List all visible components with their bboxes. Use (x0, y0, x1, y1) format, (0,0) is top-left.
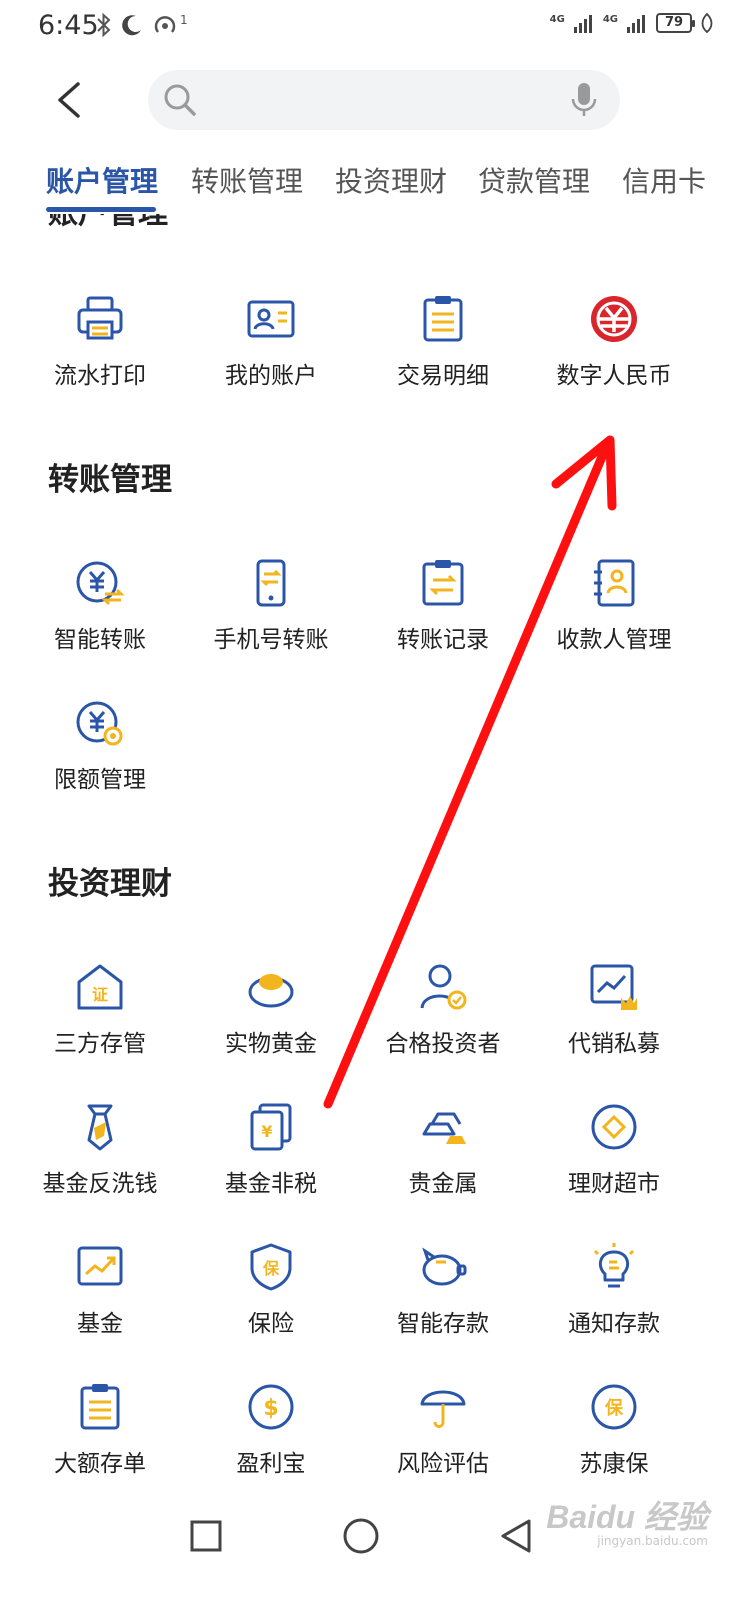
service-item-fund-non-tax[interactable]: ¥ 基金非税 (185, 1102, 357, 1222)
search-icon (164, 84, 196, 116)
recents-button[interactable] (176, 1506, 236, 1566)
svg-text:$: $ (263, 1396, 278, 1421)
service-item-phone-transfer[interactable]: 手机号转账 (185, 558, 357, 678)
search-bar[interactable] (148, 70, 620, 130)
transfer-record-icon (422, 560, 464, 606)
yuan-gear-icon (76, 701, 123, 746)
tab-investment[interactable]: 投资理财 (335, 160, 447, 200)
service-item-private-placement[interactable]: 代销私募 (528, 962, 700, 1082)
category-tabs: 账户管理 转账管理 投资理财 贷款管理 信用卡 (0, 152, 738, 214)
tab-account-management[interactable]: 账户管理 (46, 160, 158, 200)
dollar-coin-icon: $ (248, 1384, 294, 1430)
back-button[interactable] (42, 70, 94, 130)
umbrella-icon (420, 1390, 466, 1428)
service-item-wealth-market[interactable]: 理财超市 (528, 1102, 700, 1222)
shield-bao-icon: 保 (250, 1243, 292, 1291)
tie-icon (87, 1104, 113, 1151)
service-item-limit-management[interactable]: 限额管理 (14, 698, 186, 818)
service-item-digital-rmb[interactable]: 数字人民币 (528, 294, 700, 414)
square-icon (190, 1520, 222, 1552)
gold-bars-icon (422, 1112, 466, 1144)
lightbulb-icon (593, 1243, 635, 1288)
service-item-transaction-detail[interactable]: 交易明细 (357, 294, 529, 414)
service-item-qualified-investor[interactable]: 合格投资者 (357, 962, 529, 1082)
service-item-third-party-custody[interactable]: 证 三方存管 (14, 962, 186, 1082)
service-item-smart-deposit[interactable]: 智能存款 (357, 1242, 529, 1362)
service-item-smart-transfer[interactable]: 智能转账 (14, 558, 186, 678)
microphone-icon[interactable] (570, 81, 598, 119)
svg-text:保: 保 (262, 1259, 280, 1278)
service-item-transfer-record[interactable]: 转账记录 (357, 558, 529, 678)
document-list-icon (80, 1384, 120, 1430)
gold-ingot-icon (248, 974, 294, 1008)
piggy-bank-icon (422, 1247, 467, 1286)
status-time: 6:45 (38, 10, 99, 41)
trend-chart-icon (77, 1246, 123, 1286)
triangle-back-icon (501, 1519, 531, 1553)
signal-icon (573, 15, 592, 33)
hotspot-icon (154, 16, 176, 33)
service-item-large-cd[interactable]: 大额存单 (14, 1382, 186, 1484)
tab-transfer-management[interactable]: 转账管理 (191, 160, 303, 200)
service-item-sukangbao[interactable]: 保 苏康保 (528, 1382, 700, 1484)
service-item-fund[interactable]: 基金 (14, 1242, 186, 1362)
section-title-investment: 投资理财 (48, 866, 172, 902)
id-card-icon (247, 300, 295, 338)
tab-credit-card[interactable]: 信用卡 (622, 160, 706, 200)
signal-icon (627, 15, 645, 33)
search-input[interactable] (204, 80, 544, 120)
back-nav-button[interactable] (486, 1506, 546, 1566)
service-item-statement-print[interactable]: 流水打印 (14, 294, 186, 414)
yuan-transfer-icon (76, 561, 125, 606)
home-button[interactable] (331, 1506, 391, 1566)
service-list: 账户管理 流水打印 我的账户 交易明细 数字人民币 转账管理 智能转账 手机号转… (0, 214, 738, 1484)
chart-crown-icon (590, 964, 637, 1010)
yuan-cards-icon: ¥ (250, 1103, 292, 1151)
digital-rmb-icon (591, 296, 637, 342)
notification-count: 1 (180, 13, 188, 27)
circle-icon (343, 1518, 379, 1554)
battery-icon: 79 (656, 13, 695, 33)
coin-diamond-icon (591, 1104, 637, 1150)
moon-icon (122, 15, 141, 36)
investor-user-icon (420, 964, 467, 1010)
svg-text:¥: ¥ (261, 1122, 272, 1141)
phone-transfer-icon (256, 559, 286, 607)
service-item-fund-aml[interactable]: 基金反洗钱 (14, 1102, 186, 1222)
service-item-yinglibao[interactable]: $ 盈利宝 (185, 1382, 357, 1484)
certificate-house-icon: 证 (77, 964, 123, 1010)
payee-book-icon (594, 559, 635, 607)
service-item-notice-deposit[interactable]: 通知存款 (528, 1242, 700, 1362)
section-title-transfer: 转账管理 (48, 462, 172, 498)
section-title-account: 账户管理 (48, 214, 168, 232)
service-item-payee-management[interactable]: 收款人管理 (528, 558, 700, 678)
printer-icon (77, 296, 123, 340)
status-bar: 6:45 1 4G 4G 79 (0, 0, 738, 52)
clipboard-list-icon (423, 296, 463, 342)
bao-badge-icon: 保 (591, 1384, 637, 1430)
network-label-1: 4G (549, 13, 565, 25)
service-item-precious-metals[interactable]: 贵金属 (357, 1102, 529, 1222)
service-item-risk-assessment[interactable]: 风险评估 (357, 1382, 529, 1484)
service-item-my-account[interactable]: 我的账户 (185, 294, 357, 414)
bluetooth-icon (97, 12, 111, 38)
system-nav-bar: Baidu 经验 jingyan.baidu.com (0, 1484, 738, 1600)
active-tab-indicator (46, 207, 156, 212)
chevron-left-icon (58, 82, 80, 118)
tab-loan-management[interactable]: 贷款管理 (478, 160, 590, 200)
watermark: Baidu 经验 jingyan.baidu.com (546, 1499, 708, 1548)
svg-text:保: 保 (604, 1397, 624, 1419)
service-item-insurance[interactable]: 保 保险 (185, 1242, 357, 1362)
network-label-2: 4G (602, 13, 618, 25)
svg-text:证: 证 (92, 985, 108, 1004)
service-item-physical-gold[interactable]: 实物黄金 (185, 962, 357, 1082)
leaf-icon (701, 13, 713, 33)
